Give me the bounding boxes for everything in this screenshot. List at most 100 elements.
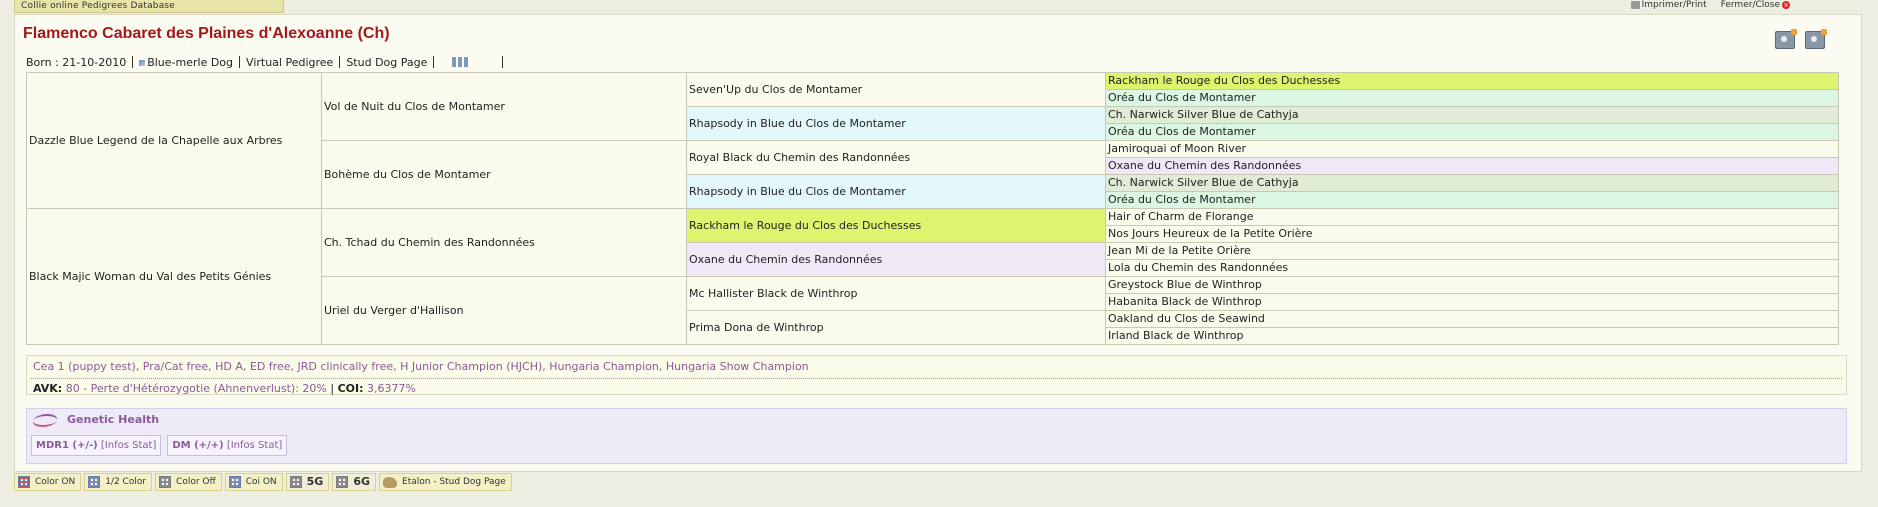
coi-on-button[interactable]: Coi ON <box>224 473 283 491</box>
sire-sire[interactable]: Vol de Nuit du Clos de Montamer <box>321 72 687 141</box>
button-label: Etalon - Stud Dog Page <box>402 477 506 487</box>
color-off-button[interactable]: Color Off <box>155 473 222 491</box>
database-tab[interactable]: Collie online Pedigrees Database <box>14 0 284 13</box>
sire-dam[interactable]: Bohème du Clos de Montamer <box>321 140 687 209</box>
six-generations-button[interactable]: 6G <box>332 473 377 491</box>
dotted-divider <box>31 378 1842 379</box>
g3-ancestor[interactable]: Rhapsody in Blue du Clos de Montamer <box>686 106 1106 141</box>
divider: | <box>330 382 335 395</box>
coi-label: COI: <box>337 382 364 395</box>
g4-ancestor[interactable]: Ch. Narwick Silver Blue de Cathyja <box>1105 106 1839 124</box>
g4-ancestor[interactable]: Oréa du Clos de Montamer <box>1105 123 1839 141</box>
g4-ancestor[interactable]: Oréa du Clos de Montamer <box>1105 89 1839 107</box>
color-swatch-icon <box>139 59 146 66</box>
sire[interactable]: Dazzle Blue Legend de la Chapelle aux Ar… <box>26 72 322 209</box>
g4-ancestor[interactable]: Jean Mi de la Petite Orière <box>1105 242 1839 260</box>
pedigree-table: Dazzle Blue Legend de la Chapelle aux Ar… <box>26 72 1839 345</box>
g4-ancestor[interactable]: Greystock Blue de Winthrop <box>1105 276 1839 294</box>
color-on-button[interactable]: Color ON <box>14 473 82 491</box>
g4-ancestor[interactable]: Nos Jours Heureux de la Petite Orière <box>1105 225 1839 243</box>
g4-ancestor[interactable]: Hair of Charm de Florange <box>1105 208 1839 226</box>
test-name: DM (+/+) <box>172 440 224 451</box>
g4-ancestor[interactable]: Oakland du Clos de Seawind <box>1105 310 1839 328</box>
health-info-box: Cea 1 (puppy test), Pra/Cat free, HD A, … <box>26 355 1847 395</box>
table-icon <box>289 476 302 488</box>
print-link[interactable]: Imprimer/Print <box>1630 0 1707 10</box>
stud-dog-page-button[interactable]: Etalon - Stud Dog Page <box>379 473 512 491</box>
avk-label: AVK: <box>33 382 63 395</box>
print-label: Imprimer/Print <box>1641 0 1707 10</box>
dam-sire[interactable]: Ch. Tchad du Chemin des Randonnées <box>321 208 687 277</box>
g4-ancestor[interactable]: Habanita Black de Winthrop <box>1105 293 1839 311</box>
divider <box>433 56 435 68</box>
color-text: Blue-merle Dog <box>147 55 234 69</box>
close-label: Fermer/Close <box>1720 0 1780 10</box>
g4-ancestor[interactable]: Irland Black de Winthrop <box>1105 327 1839 345</box>
divider <box>132 56 134 68</box>
dna-icon <box>31 411 61 427</box>
g4-ancestor[interactable]: Oxane du Chemin des Randonnées <box>1105 157 1839 175</box>
genetic-tests: MDR1 (+/-) [Infos Stat] DM (+/+) [Infos … <box>31 435 288 456</box>
g3-ancestor[interactable]: Royal Black du Chemin des Randonnées <box>686 140 1106 175</box>
genetic-health-header: Genetic Health <box>31 411 159 427</box>
half-color-grid-icon <box>88 476 101 488</box>
tree-icon[interactable] <box>452 57 471 67</box>
g4-ancestor[interactable]: Rackham le Rouge du Clos des Duchesses <box>1105 72 1839 90</box>
avk-description: - Perte d'Hétérozygotie (Ahnenverlust): … <box>83 382 327 395</box>
snapshot-icon[interactable] <box>1775 29 1797 49</box>
g4-ancestor[interactable]: Ch. Narwick Silver Blue de Cathyja <box>1105 174 1839 192</box>
dog-icon <box>383 476 398 488</box>
button-label: Coi ON <box>245 477 277 487</box>
half-color-button[interactable]: 1/2 Color <box>84 473 153 491</box>
test-links[interactable]: [Infos Stat] <box>101 440 156 451</box>
snapshot-alt-icon[interactable] <box>1805 29 1827 49</box>
coi-value: 3,6377% <box>367 382 416 395</box>
top-links: Imprimer/Print Fermer/Close × <box>1630 0 1790 10</box>
g4-ancestor[interactable]: Oréa du Clos de Montamer <box>1105 191 1839 209</box>
g3-ancestor[interactable]: Rhapsody in Blue du Clos de Montamer <box>686 174 1106 209</box>
table-icon <box>336 476 349 488</box>
divider <box>502 56 504 68</box>
born-date: Born : 21-10-2010 <box>26 55 127 69</box>
stud-dog-page-link[interactable]: Stud Dog Page <box>346 56 427 69</box>
button-label: Color Off <box>176 477 216 487</box>
test-links[interactable]: [Infos Stat] <box>227 440 282 451</box>
avk-value: 80 <box>65 382 80 395</box>
close-link[interactable]: Fermer/Close × <box>1721 0 1790 10</box>
test-name: MDR1 (+/-) <box>36 440 98 451</box>
titles-text: Cea 1 (puppy test), Pra/Cat free, HD A, … <box>33 360 809 373</box>
g3-ancestor[interactable]: Prima Dona de Winthrop <box>686 310 1106 345</box>
g4-ancestor[interactable]: Lola du Chemin des Randonnées <box>1105 259 1839 277</box>
button-label: Color ON <box>35 477 76 487</box>
page-title: Flamenco Cabaret des Plaines d'Alexoanne… <box>23 25 390 42</box>
g3-ancestor[interactable]: Oxane du Chemin des Randonnées <box>686 242 1106 277</box>
info-bar: Born : 21-10-2010 Blue-merle Dog Virtual… <box>26 55 509 69</box>
divider <box>339 56 341 68</box>
genetic-health-box: Genetic Health MDR1 (+/-) [Infos Stat] D… <box>26 408 1847 464</box>
bottom-toolbar: Color ON 1/2 Color Color Off Coi ON 5G 6… <box>14 473 512 491</box>
gray-grid-icon <box>159 476 172 488</box>
g3-ancestor[interactable]: Seven'Up du Clos de Montamer <box>686 72 1106 107</box>
dm-test[interactable]: DM (+/+) [Infos Stat] <box>167 435 288 456</box>
divider <box>239 56 241 68</box>
button-label: 5G <box>306 475 324 488</box>
dam-dam[interactable]: Uriel du Verger d'Hallison <box>321 276 687 345</box>
virtual-pedigree-link[interactable]: Virtual Pedigree <box>246 56 333 69</box>
color-grid-icon <box>18 476 30 488</box>
genetic-health-title: Genetic Health <box>67 412 160 426</box>
color-label: Blue-merle Dog <box>139 56 233 69</box>
coi-grid-icon <box>228 476 241 488</box>
mdr1-test[interactable]: MDR1 (+/-) [Infos Stat] <box>31 435 162 456</box>
button-label: 1/2 Color <box>105 477 147 487</box>
dam[interactable]: Black Majic Woman du Val des Petits Géni… <box>26 208 322 345</box>
button-label: 6G <box>353 475 371 488</box>
printer-icon <box>1630 1 1640 9</box>
g3-ancestor[interactable]: Mc Hallister Black de Winthrop <box>686 276 1106 311</box>
g3-ancestor[interactable]: Rackham le Rouge du Clos des Duchesses <box>686 208 1106 243</box>
camera-icons <box>1775 29 1827 49</box>
pedigree-panel: Flamenco Cabaret des Plaines d'Alexoanne… <box>14 14 1862 472</box>
avk-coi-line: AVK: 80 - Perte d'Hétérozygotie (Ahnenve… <box>33 382 416 395</box>
five-generations-button[interactable]: 5G <box>285 473 330 491</box>
g4-ancestor[interactable]: Jamiroquai of Moon River <box>1105 140 1839 158</box>
close-icon: × <box>1782 1 1790 9</box>
